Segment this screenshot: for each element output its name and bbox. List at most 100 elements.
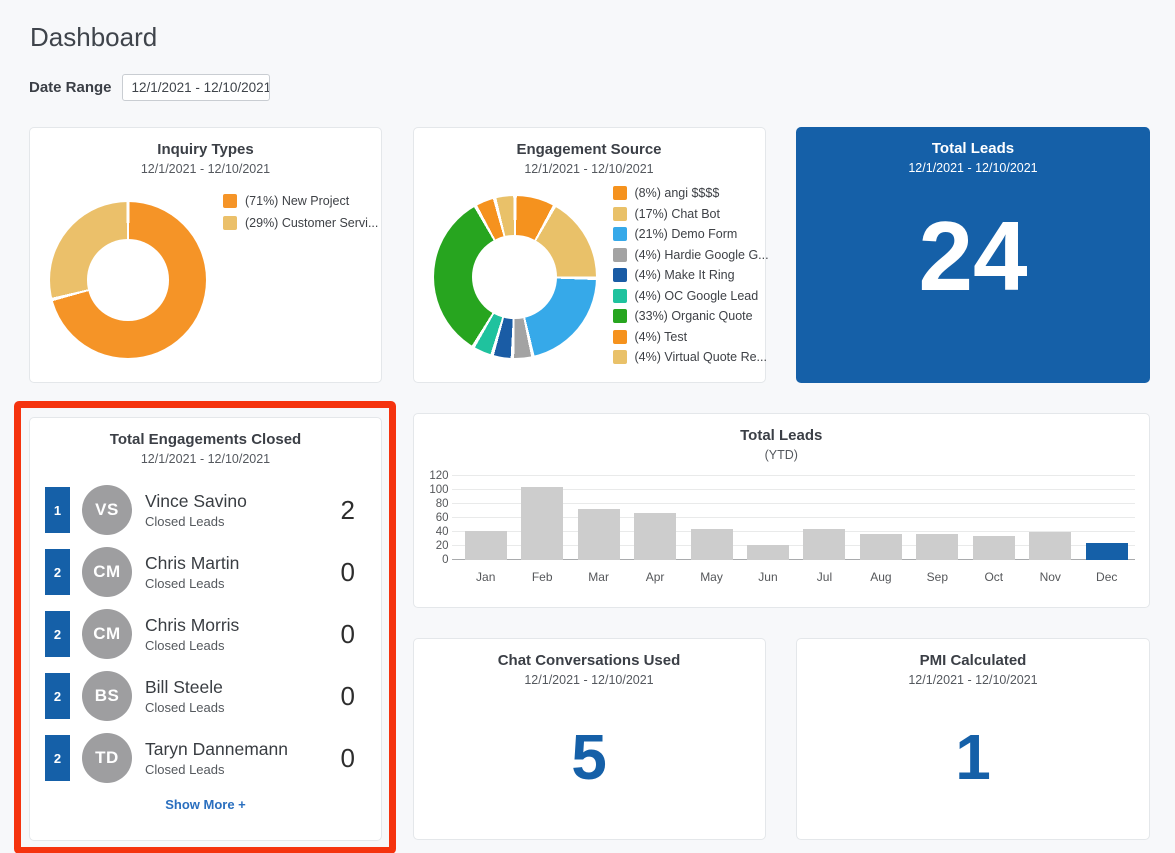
legend-label: (4%) Hardie Google G... (635, 248, 769, 262)
leader-metric: Closed Leads (145, 514, 247, 529)
rank-badge: 2 (45, 735, 70, 781)
card-title: Total Leads (414, 414, 1150, 444)
dashboard-grid: Inquiry Types 12/1/2021 - 12/10/2021 (71… (29, 127, 1150, 840)
bar-aug (860, 534, 902, 560)
legend-swatch-icon (613, 248, 627, 262)
x-tick-label: Feb (521, 570, 563, 584)
legend-swatch-icon (613, 289, 627, 303)
x-tick-label: May (691, 570, 733, 584)
card-title: PMI Calculated (797, 639, 1149, 669)
x-tick-label: Nov (1029, 570, 1071, 584)
legend-label: (29%) Customer Servi... (245, 216, 378, 230)
legend-label: (71%) New Project (245, 194, 349, 208)
legend-swatch-icon (613, 350, 627, 364)
legend-label: (4%) Make It Ring (635, 268, 735, 282)
legend-item: (4%) Virtual Quote Re... (613, 350, 769, 364)
legend-swatch-icon (613, 207, 627, 221)
leaderboard-row: 1 VS Vince Savino Closed Leads 2 (45, 487, 355, 533)
leader-name: Bill Steele (145, 677, 225, 697)
y-tick-label: 60 (436, 512, 449, 524)
leader-text: Chris Martin Closed Leads (145, 553, 239, 590)
leader-text: Bill Steele Closed Leads (145, 677, 225, 714)
legend-label: (33%) Organic Quote (635, 309, 753, 323)
legend-swatch-icon (613, 309, 627, 323)
show-more-link[interactable]: Show More + (30, 797, 381, 812)
avatar: VS (82, 485, 132, 535)
x-tick-label: Sep (916, 570, 958, 584)
x-tick-label: Jan (465, 570, 507, 584)
chat-conversations-value: 5 (414, 725, 765, 789)
y-tick-label: 0 (442, 554, 448, 566)
y-tick-label: 40 (436, 526, 449, 538)
leader-metric: Closed Leads (145, 576, 239, 591)
leader-text: Vince Savino Closed Leads (145, 491, 247, 528)
legend-item: (4%) Hardie Google G... (613, 248, 769, 262)
x-tick-label: Jun (747, 570, 789, 584)
leader-value: 2 (341, 495, 355, 526)
x-axis-labels: JanFebMarAprMayJunJulAugSepOctNovDec (458, 570, 1136, 584)
rank-badge: 1 (45, 487, 70, 533)
rank-badge: 2 (45, 549, 70, 595)
legend-label: (21%) Demo Form (635, 227, 738, 241)
leader-value: 0 (341, 681, 355, 712)
x-tick-label: Jul (803, 570, 845, 584)
ytd-bar-chart: 020406080100120 (458, 476, 1136, 560)
legend-swatch-icon (613, 330, 627, 344)
date-range-input[interactable] (122, 74, 270, 101)
x-tick-label: Oct (973, 570, 1015, 584)
leader-name: Vince Savino (145, 491, 247, 511)
engagement-legend: (8%) angi $$$$ (17%) Chat Bot (21%) Demo F… (613, 186, 769, 364)
legend-label: (4%) Virtual Quote Re... (635, 350, 767, 364)
legend-item: (4%) Test (613, 330, 769, 344)
engagements-closed-card: Total Engagements Closed 12/1/2021 - 12/… (29, 417, 382, 841)
leader-text: Chris Morris Closed Leads (145, 615, 239, 652)
card-subtitle: 12/1/2021 - 12/10/2021 (30, 162, 381, 176)
leader-name: Taryn Dannemann (145, 739, 288, 759)
legend-item: (71%) New Project (223, 194, 378, 208)
leader-name: Chris Martin (145, 553, 239, 573)
leader-value: 0 (341, 743, 355, 774)
card-title: Inquiry Types (30, 128, 381, 158)
engagement-chart-area: (8%) angi $$$$ (17%) Chat Bot (21%) Demo F… (414, 176, 765, 364)
y-tick-label: 80 (436, 498, 449, 510)
x-tick-label: Mar (578, 570, 620, 584)
engagement-source-card: Engagement Source 12/1/2021 - 12/10/2021… (413, 127, 766, 383)
legend-label: (8%) angi $$$$ (635, 186, 720, 200)
avatar: CM (82, 547, 132, 597)
legend-label: (17%) Chat Bot (635, 207, 720, 221)
date-range-label: Date Range (29, 79, 112, 96)
date-range-row: Date Range (29, 74, 1175, 101)
chat-conversations-card: Chat Conversations Used 12/1/2021 - 12/1… (413, 638, 766, 840)
inquiry-types-card: Inquiry Types 12/1/2021 - 12/10/2021 (71… (29, 127, 382, 383)
legend-swatch-icon (613, 268, 627, 282)
rank-badge: 2 (45, 673, 70, 719)
card-subtitle: 12/1/2021 - 12/10/2021 (797, 673, 1149, 687)
bar-apr (634, 513, 676, 560)
legend-item: (29%) Customer Servi... (223, 216, 378, 230)
bar-mar (578, 509, 620, 560)
card-title: Total Leads (796, 127, 1150, 157)
inquiry-chart-area: (71%) New Project (29%) Customer Servi... (30, 176, 381, 358)
legend-item: (33%) Organic Quote (613, 309, 769, 323)
legend-swatch-icon (223, 194, 237, 208)
legend-label: (4%) Test (635, 330, 688, 344)
x-tick-label: Apr (634, 570, 676, 584)
bars-group (458, 476, 1136, 560)
pmi-calculated-card: PMI Calculated 12/1/2021 - 12/10/2021 1 (796, 638, 1150, 840)
x-tick-label: Aug (860, 570, 902, 584)
bar-sep (916, 534, 958, 560)
bar-jul (803, 529, 845, 561)
bar-feb (521, 487, 563, 560)
engagement-donut-chart (434, 196, 596, 358)
card-subtitle: 12/1/2021 - 12/10/2021 (30, 452, 381, 466)
page-title: Dashboard (30, 22, 1175, 53)
leader-metric: Closed Leads (145, 700, 225, 715)
bar-may (691, 529, 733, 560)
bar-jan (465, 531, 507, 560)
card-subtitle: 12/1/2021 - 12/10/2021 (414, 162, 765, 176)
card-subtitle: 12/1/2021 - 12/10/2021 (414, 673, 765, 687)
leaderboard-row: 2 BS Bill Steele Closed Leads 0 (45, 673, 355, 719)
engagements-closed-cell: Total Engagements Closed 12/1/2021 - 12/… (29, 413, 382, 840)
inquiry-legend: (71%) New Project (29%) Customer Servi... (223, 194, 378, 230)
bar-dec (1086, 543, 1128, 560)
